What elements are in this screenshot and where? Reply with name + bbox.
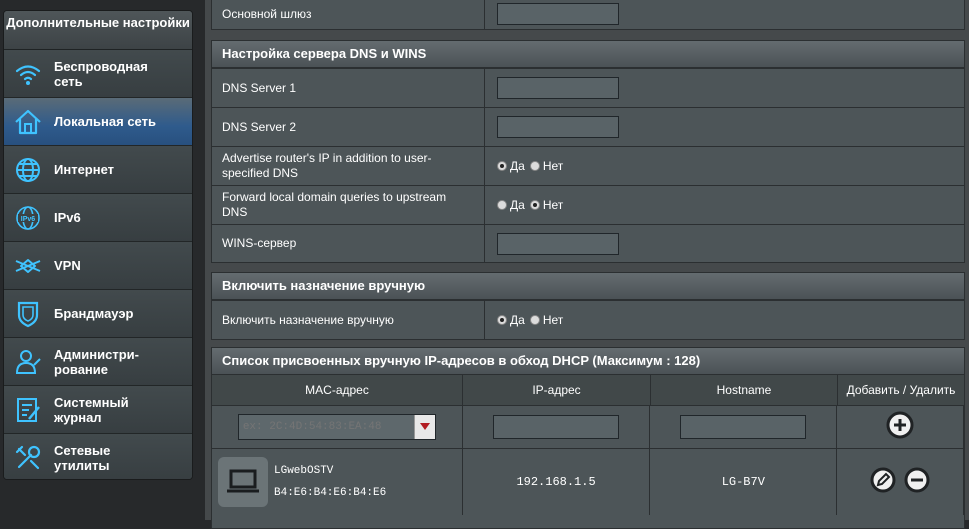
wifi-icon: [12, 58, 44, 90]
new-entry-row: [212, 406, 964, 449]
dns1-label: DNS Server 1: [212, 69, 485, 107]
hostname-input[interactable]: [680, 415, 807, 439]
dropdown-arrow-icon[interactable]: [413, 415, 435, 439]
sidebar-item-firewall[interactable]: Брандмауэр: [4, 290, 192, 338]
ipv6-globe-icon: IPv6: [12, 202, 44, 234]
client-cell: LGwebOSTV B4:E6:B4:E6:B4:E6: [212, 449, 463, 515]
remove-icon[interactable]: [904, 467, 930, 498]
sidebar-item-vpn[interactable]: VPN: [4, 242, 192, 290]
mac-input[interactable]: [238, 415, 414, 439]
client-hostname: LG-B7V: [650, 449, 838, 515]
shield-icon: [12, 298, 44, 330]
edit-icon[interactable]: [870, 467, 896, 498]
wins-input[interactable]: [497, 232, 619, 255]
sidebar-item-label: Системный журнал: [54, 394, 129, 425]
main-panel: Основной шлюз Настройка сервера DNS и WI…: [205, 0, 969, 529]
radio-unselected-icon: [529, 315, 540, 325]
table-row: LGwebOSTV B4:E6:B4:E6:B4:E6 192.168.1.5 …: [212, 449, 964, 515]
globe-icon: [12, 154, 44, 186]
add-cell: [837, 406, 964, 448]
radio-label: Нет: [542, 159, 564, 173]
radio-unselected-icon: [497, 200, 507, 210]
radio-label: Нет: [542, 313, 564, 327]
mac-select-cell: [212, 406, 463, 448]
sidebar-item-label: Сетевые утилиты: [54, 442, 111, 473]
manual-section-title: Включить назначение вручную: [212, 273, 964, 300]
sidebar-item-lan[interactable]: Локальная сеть: [4, 98, 192, 146]
sidebar-item-label: VPN: [54, 258, 81, 273]
sidebar-item-network-tools[interactable]: Сетевые утилиты: [4, 434, 192, 479]
sidebar-item-administration[interactable]: Администри-рование: [4, 338, 192, 386]
gateway-input[interactable]: [497, 3, 619, 25]
dns-section-title: Настройка сервера DNS и WINS: [212, 41, 964, 68]
sidebar-item-label: Администри-рование: [54, 346, 139, 377]
radio-selected-icon: [497, 161, 507, 171]
radio-label: Да: [510, 159, 525, 173]
advertise-yes-radio[interactable]: Да: [497, 159, 525, 173]
sidebar-item-internet[interactable]: Интернет: [4, 146, 192, 194]
radio-selected-icon: [497, 315, 507, 325]
client-mac: B4:E6:B4:E6:B4:E6: [274, 487, 387, 499]
manual-assign-section: Включить назначение вручную Включить наз…: [211, 272, 965, 340]
radio-selected-icon: [529, 200, 540, 210]
manual-assign-label: Включить назначение вручную: [212, 301, 485, 339]
dns-section: Настройка сервера DNS и WINS DNS Server …: [211, 40, 965, 263]
manual-yes-radio[interactable]: Да: [497, 313, 525, 327]
vpn-icon: [12, 250, 44, 282]
tools-icon: [12, 442, 44, 474]
col-hostname: Hostname: [651, 375, 838, 405]
col-add-remove: Добавить / Удалить: [846, 383, 956, 397]
sidebar-item-wireless[interactable]: Беспроводная сеть: [4, 50, 192, 98]
dns1-input[interactable]: [497, 77, 619, 99]
sidebar-item-label: Интернет: [54, 162, 115, 177]
dhcp-list-section: Список присвоенных вручную IP-адресов в …: [211, 347, 965, 529]
table-header: MAC-адрес IP-адрес Hostname Добавить / У…: [212, 375, 964, 406]
client-name: LGwebOSTV: [274, 465, 334, 477]
radio-label: Нет: [542, 198, 564, 212]
svg-text:IPv6: IPv6: [21, 216, 36, 223]
dhcp-list-title: Список присвоенных вручную IP-адресов в …: [212, 348, 964, 375]
col-ip: IP-адрес: [463, 375, 651, 405]
advertise-ip-label: Advertise router's IP in addition to use…: [212, 147, 485, 185]
radio-label: Да: [510, 313, 525, 327]
advertise-no-radio[interactable]: Нет: [529, 159, 564, 173]
sidebar-item-ipv6[interactable]: IPv6 IPv6: [4, 194, 192, 242]
sidebar-title: Дополнительные настройки: [4, 11, 192, 50]
ip-input[interactable]: [493, 415, 620, 439]
dns2-input[interactable]: [497, 116, 619, 138]
gateway-label: Основной шлюз: [212, 0, 485, 29]
sidebar-item-label: Брандмауэр: [54, 306, 134, 321]
hostname-input-cell: [650, 406, 838, 448]
sidebar-item-syslog[interactable]: Системный журнал: [4, 386, 192, 434]
client-ip: 192.168.1.5: [463, 449, 651, 515]
sidebar: Дополнительные настройки Беспроводная се…: [3, 10, 193, 480]
manual-no-radio[interactable]: Нет: [529, 313, 564, 327]
radio-label: Да: [510, 198, 525, 212]
ip-input-cell: [463, 406, 651, 448]
col-mac: MAC-адрес: [212, 375, 463, 405]
sidebar-item-label: Беспроводная сеть: [54, 58, 148, 89]
add-icon[interactable]: [886, 411, 914, 444]
log-icon: [12, 394, 44, 426]
gateway-section: Основной шлюз: [211, 0, 965, 30]
mac-combobox[interactable]: [237, 414, 436, 440]
forward-no-radio[interactable]: Нет: [529, 198, 564, 212]
radio-unselected-icon: [529, 161, 540, 171]
forward-yes-radio[interactable]: Да: [497, 198, 525, 212]
admin-user-icon: [12, 346, 44, 378]
forward-queries-label: Forward local domain queries to upstream…: [212, 186, 485, 224]
wins-label: WINS-сервер: [212, 225, 485, 262]
dns2-label: DNS Server 2: [212, 108, 485, 146]
laptop-icon: [218, 457, 268, 507]
home-icon: [12, 106, 44, 138]
sidebar-item-label: IPv6: [54, 210, 81, 225]
actions-cell: [837, 449, 964, 515]
sidebar-item-label: Локальная сеть: [54, 114, 156, 129]
